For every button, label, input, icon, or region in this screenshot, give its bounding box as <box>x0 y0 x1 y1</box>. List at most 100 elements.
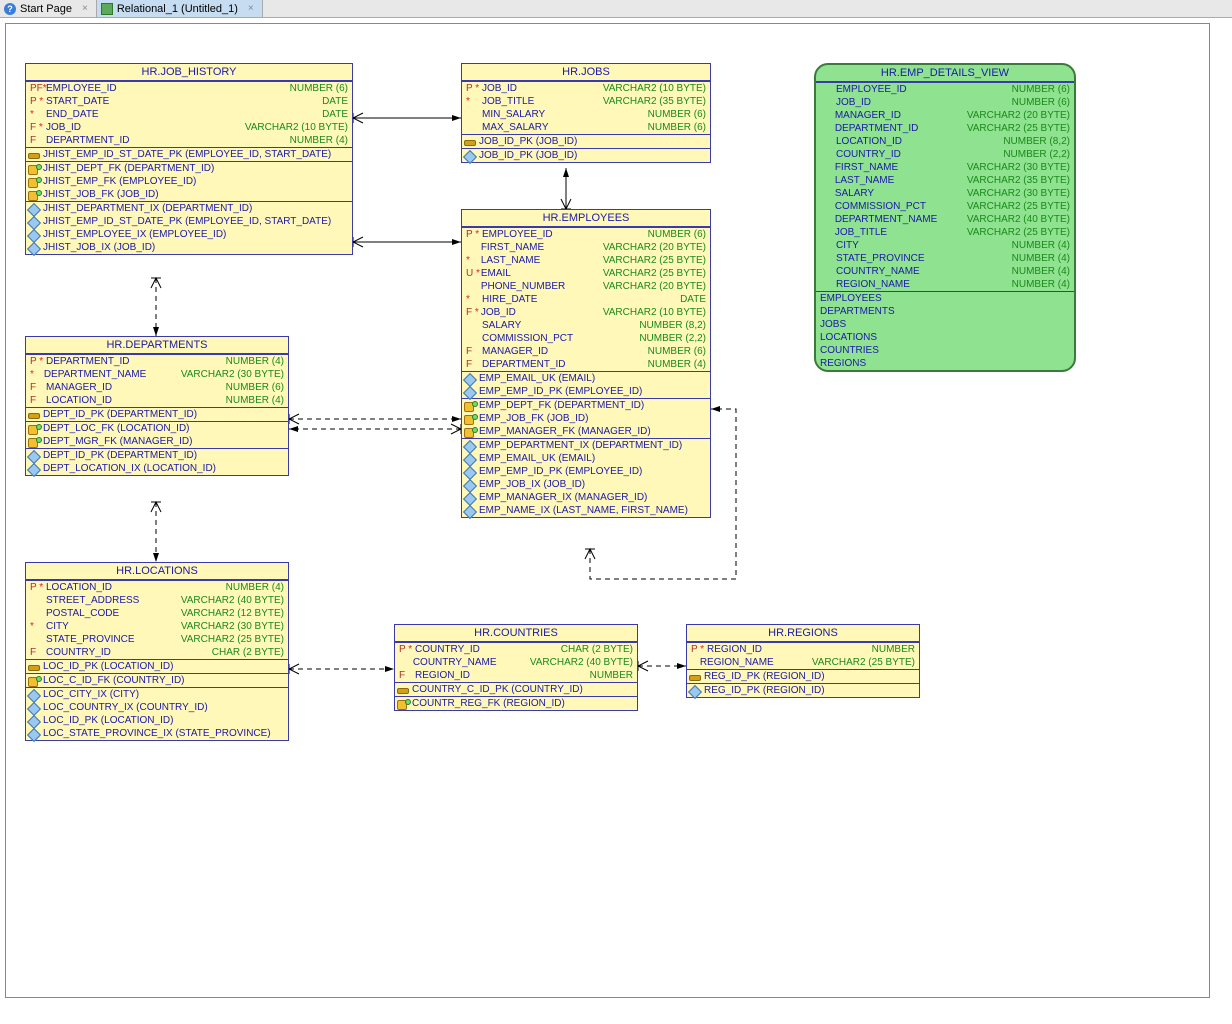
column-row: P *JOB_IDVARCHAR2 (10 BYTE) <box>462 82 710 95</box>
entity-locations[interactable]: HR.LOCATIONS P *LOCATION_IDNUMBER (4) ST… <box>25 562 289 741</box>
column-row: EMPLOYEE_IDNUMBER (6) <box>816 83 1074 96</box>
foreign-key-icon <box>464 401 476 411</box>
column-row: STATE_PROVINCEVARCHAR2 (25 BYTE) <box>26 633 288 646</box>
column-row: *END_DATEDATE <box>26 108 352 121</box>
column-row: *LAST_NAMEVARCHAR2 (25 BYTE) <box>462 254 710 267</box>
column-row: DEPARTMENT_NAMEVARCHAR2 (40 BYTE) <box>816 213 1074 226</box>
column-row: P *COUNTRY_IDCHAR (2 BYTE) <box>395 643 637 656</box>
key-icon <box>464 137 476 147</box>
constraint-row: JHIST_JOB_IX (JOB_ID) <box>26 241 352 254</box>
entity-title: HR.EMP_DETAILS_VIEW <box>816 65 1074 82</box>
column-row: COUNTRY_IDNUMBER (2,2) <box>816 148 1074 161</box>
idx-section: JOB_ID_PK (JOB_ID) <box>462 148 710 162</box>
ref-row: JOBS <box>816 318 1074 331</box>
close-icon[interactable]: × <box>82 3 88 14</box>
ref-row: LOCATIONS <box>816 331 1074 344</box>
refs-section: EMPLOYEESDEPARTMENTSJOBSLOCATIONSCOUNTRI… <box>816 291 1074 370</box>
index-icon <box>28 230 40 240</box>
pk-section: REG_ID_PK (REGION_ID) <box>687 669 919 683</box>
key-icon <box>28 150 40 160</box>
constraint-row: LOC_STATE_PROVINCE_IX (STATE_PROVINCE) <box>26 727 288 740</box>
column-row: *JOB_TITLEVARCHAR2 (35 BYTE) <box>462 95 710 108</box>
constraint-row: JHIST_JOB_FK (JOB_ID) <box>26 188 352 201</box>
column-row: COMMISSION_PCTNUMBER (2,2) <box>462 332 710 345</box>
constraint-row: EMP_JOB_IX (JOB_ID) <box>462 478 710 491</box>
index-icon <box>28 729 40 739</box>
constraint-row: EMP_JOB_FK (JOB_ID) <box>462 412 710 425</box>
constraint-row: EMP_EMAIL_UK (EMAIL) <box>462 372 710 385</box>
constraint-row: JHIST_EMPLOYEE_IX (EMPLOYEE_ID) <box>26 228 352 241</box>
help-icon: ? <box>4 3 16 15</box>
column-row: COUNTRY_NAMEVARCHAR2 (40 BYTE) <box>395 656 637 669</box>
constraint-row: COUNTR_REG_FK (REGION_ID) <box>395 697 637 710</box>
entity-emp-details-view[interactable]: HR.EMP_DETAILS_VIEW EMPLOYEE_IDNUMBER (6… <box>814 63 1076 372</box>
tab-relational[interactable]: Relational_1 (Untitled_1) × <box>97 0 263 17</box>
constraint-row: JHIST_EMP_ID_ST_DATE_PK (EMPLOYEE_ID, ST… <box>26 215 352 228</box>
column-row: P *EMPLOYEE_IDNUMBER (6) <box>462 228 710 241</box>
idx-section: JHIST_DEPARTMENT_IX (DEPARTMENT_ID)JHIST… <box>26 201 352 254</box>
column-row: FLOCATION_IDNUMBER (4) <box>26 394 288 407</box>
entity-employees[interactable]: HR.EMPLOYEES P *EMPLOYEE_IDNUMBER (6) FI… <box>461 209 711 518</box>
columns-section: P *LOCATION_IDNUMBER (4) STREET_ADDRESSV… <box>26 580 288 659</box>
column-row: MAX_SALARYNUMBER (6) <box>462 121 710 134</box>
column-row: PHONE_NUMBERVARCHAR2 (20 BYTE) <box>462 280 710 293</box>
column-row: FDEPARTMENT_IDNUMBER (4) <box>462 358 710 371</box>
entity-regions[interactable]: HR.REGIONS P *REGION_IDNUMBER REGION_NAM… <box>686 624 920 698</box>
constraint-row: JHIST_EMP_FK (EMPLOYEE_ID) <box>26 175 352 188</box>
ref-row: COUNTRIES <box>816 344 1074 357</box>
fk-section: LOC_C_ID_FK (COUNTRY_ID) <box>26 673 288 687</box>
index-icon <box>28 716 40 726</box>
column-row: P *LOCATION_IDNUMBER (4) <box>26 581 288 594</box>
fk-section: DEPT_LOC_FK (LOCATION_ID)DEPT_MGR_FK (MA… <box>26 421 288 448</box>
key-icon <box>28 410 40 420</box>
column-row: F *JOB_IDVARCHAR2 (10 BYTE) <box>462 306 710 319</box>
column-row: REGION_NAMEVARCHAR2 (25 BYTE) <box>687 656 919 669</box>
diagram-canvas[interactable]: HR.JOB_HISTORY PF*EMPLOYEE_IDNUMBER (6)P… <box>5 23 1210 998</box>
entity-title: HR.JOBS <box>462 64 710 81</box>
index-icon <box>28 243 40 253</box>
index-icon <box>28 204 40 214</box>
constraint-row: LOC_CITY_IX (CITY) <box>26 688 288 701</box>
foreign-key-icon <box>464 427 476 437</box>
ref-row: REGIONS <box>816 357 1074 370</box>
column-row: COMMISSION_PCTVARCHAR2 (25 BYTE) <box>816 200 1074 213</box>
column-row: SALARYVARCHAR2 (30 BYTE) <box>816 187 1074 200</box>
index-icon <box>28 703 40 713</box>
column-row: MANAGER_IDVARCHAR2 (20 BYTE) <box>816 109 1074 122</box>
idx-section: LOC_CITY_IX (CITY)LOC_COUNTRY_IX (COUNTR… <box>26 687 288 740</box>
entity-countries[interactable]: HR.COUNTRIES P *COUNTRY_IDCHAR (2 BYTE) … <box>394 624 638 711</box>
entity-job-history[interactable]: HR.JOB_HISTORY PF*EMPLOYEE_IDNUMBER (6)P… <box>25 63 353 255</box>
fk-section: EMP_DEPT_FK (DEPARTMENT_ID)EMP_JOB_FK (J… <box>462 398 710 438</box>
tab-start-page[interactable]: ? Start Page × <box>0 0 97 17</box>
constraint-row: EMP_EMAIL_UK (EMAIL) <box>462 452 710 465</box>
columns-section: P *REGION_IDNUMBER REGION_NAMEVARCHAR2 (… <box>687 642 919 669</box>
entity-departments[interactable]: HR.DEPARTMENTS P *DEPARTMENT_IDNUMBER (4… <box>25 336 289 476</box>
column-row: FIRST_NAMEVARCHAR2 (20 BYTE) <box>462 241 710 254</box>
constraint-row: EMP_EMP_ID_PK (EMPLOYEE_ID) <box>462 385 710 398</box>
foreign-key-icon <box>28 177 40 187</box>
close-icon[interactable]: × <box>248 3 254 14</box>
foreign-key-icon <box>28 676 40 686</box>
column-row: MIN_SALARYNUMBER (6) <box>462 108 710 121</box>
column-row: FREGION_IDNUMBER <box>395 669 637 682</box>
constraint-row: DEPT_ID_PK (DEPARTMENT_ID) <box>26 449 288 462</box>
foreign-key-icon <box>28 190 40 200</box>
column-row: STATE_PROVINCENUMBER (4) <box>816 252 1074 265</box>
column-row: *DEPARTMENT_NAMEVARCHAR2 (30 BYTE) <box>26 368 288 381</box>
column-row: SALARYNUMBER (8,2) <box>462 319 710 332</box>
tab-bar: ? Start Page × Relational_1 (Untitled_1)… <box>0 0 1232 18</box>
column-row: P *START_DATEDATE <box>26 95 352 108</box>
column-row: REGION_NAMENUMBER (4) <box>816 278 1074 291</box>
index-icon <box>28 217 40 227</box>
column-row: LOCATION_IDNUMBER (8,2) <box>816 135 1074 148</box>
index-icon <box>28 690 40 700</box>
constraint-row: COUNTRY_C_ID_PK (COUNTRY_ID) <box>395 683 637 696</box>
entity-title: HR.EMPLOYEES <box>462 210 710 227</box>
pk-section: COUNTRY_C_ID_PK (COUNTRY_ID) <box>395 682 637 696</box>
entity-jobs[interactable]: HR.JOBS P *JOB_IDVARCHAR2 (10 BYTE) *JOB… <box>461 63 711 163</box>
column-row: POSTAL_CODEVARCHAR2 (12 BYTE) <box>26 607 288 620</box>
constraint-row: LOC_ID_PK (LOCATION_ID) <box>26 660 288 673</box>
column-row: LAST_NAMEVARCHAR2 (35 BYTE) <box>816 174 1074 187</box>
index-icon <box>28 464 40 474</box>
foreign-key-icon <box>397 699 409 709</box>
